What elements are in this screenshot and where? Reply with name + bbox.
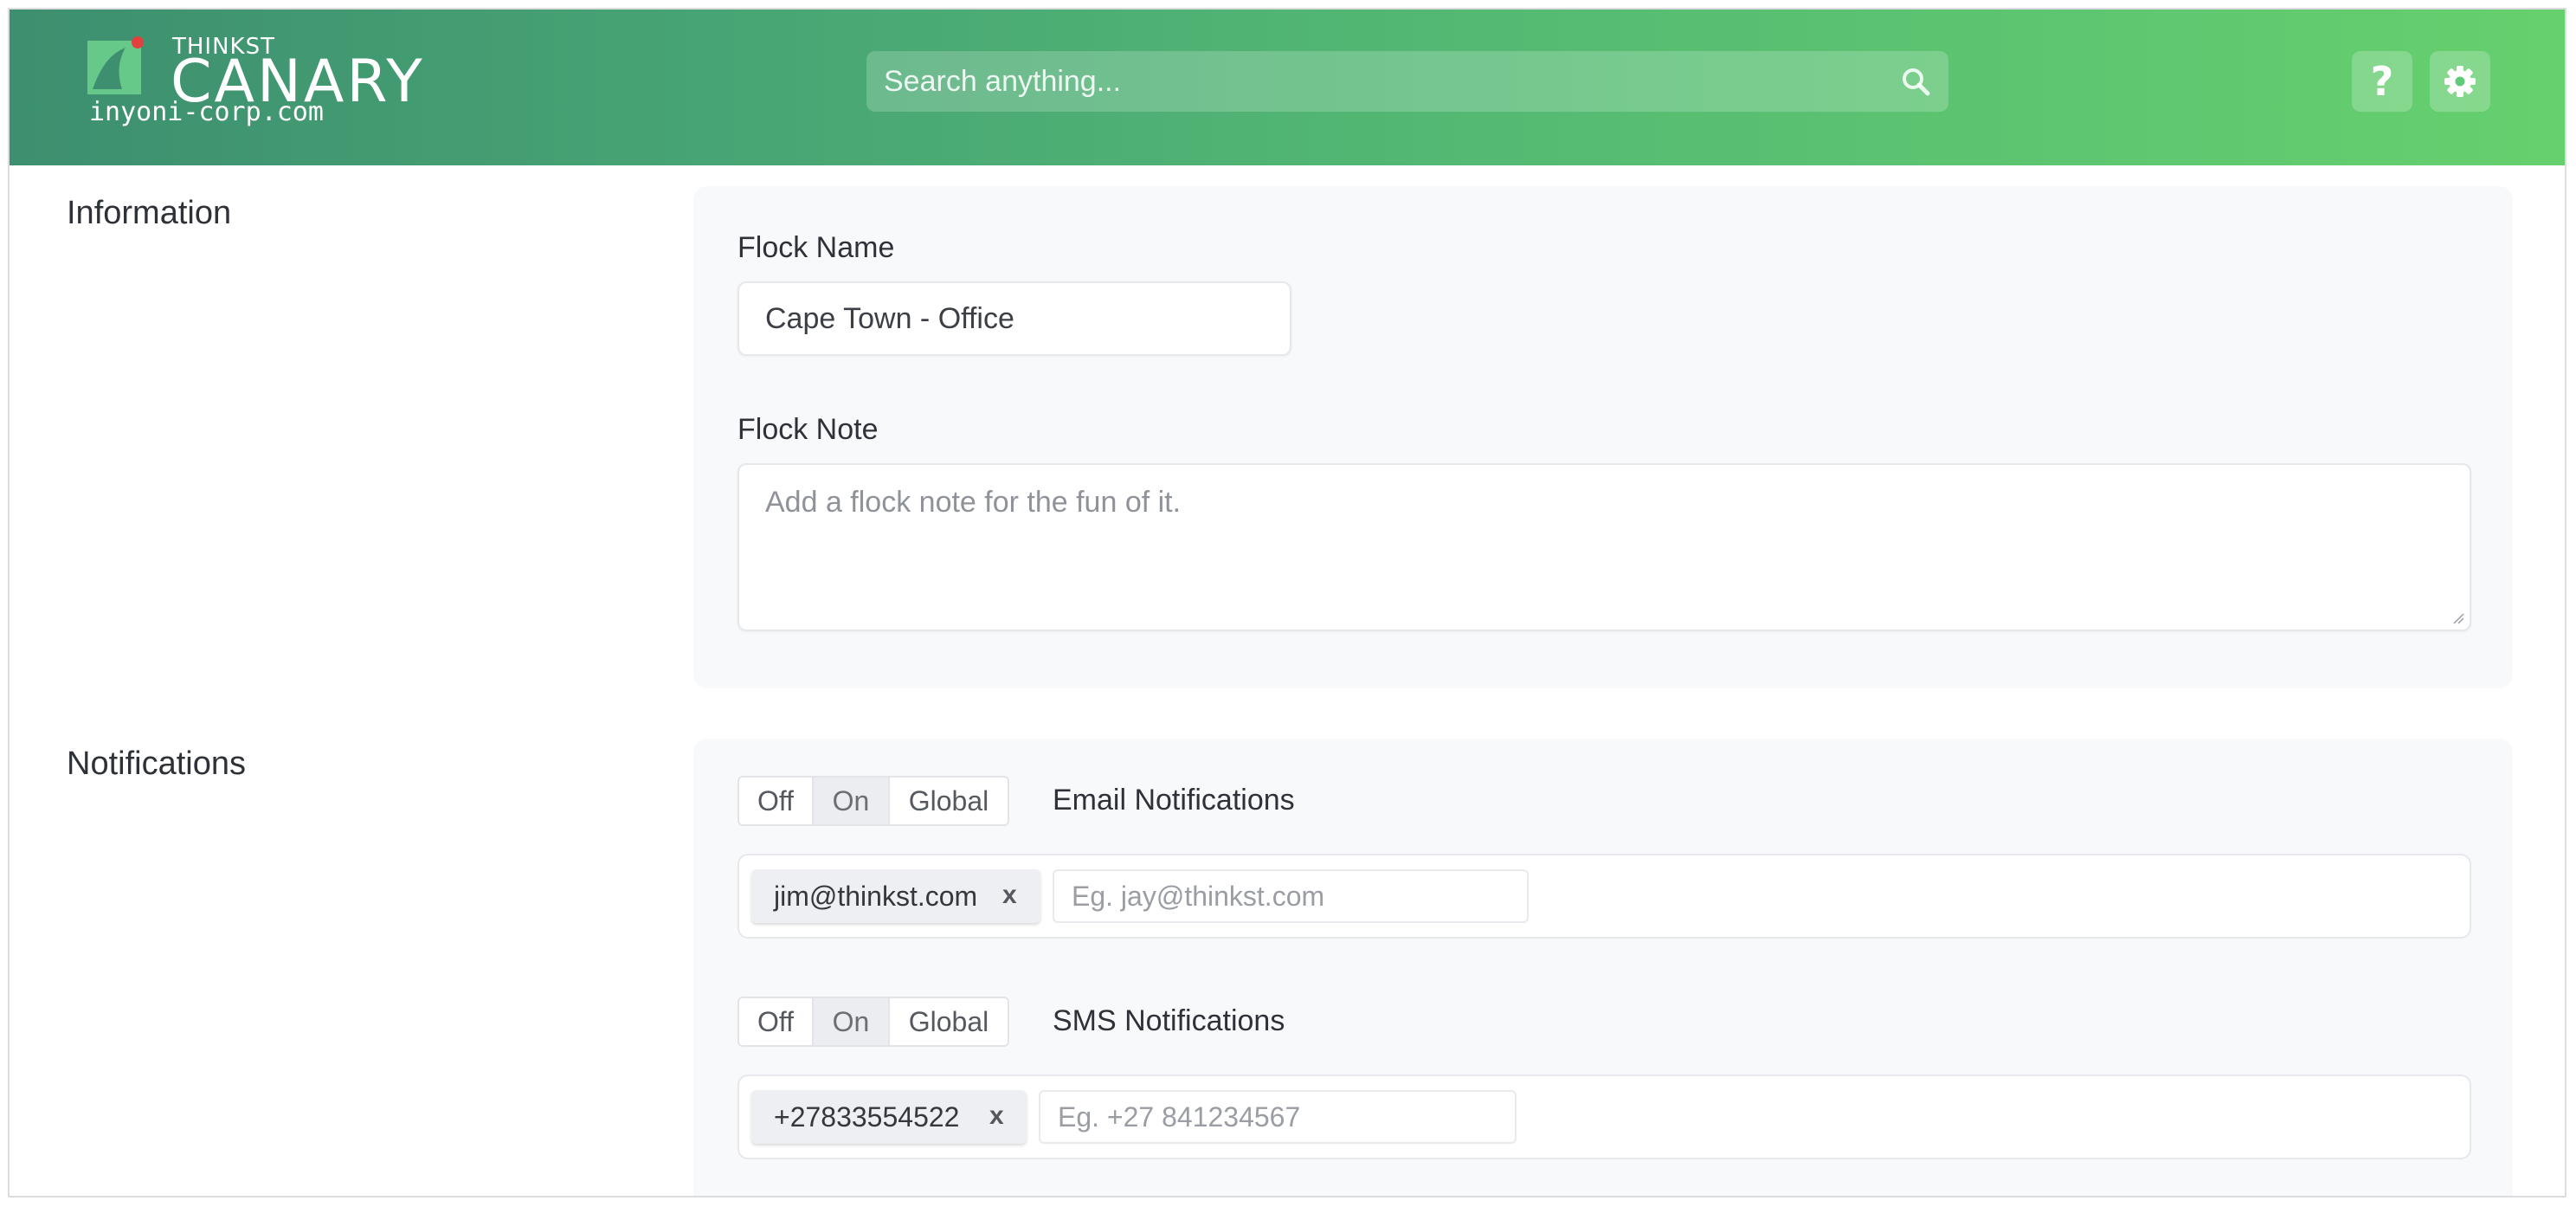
top-header: THINKST CANARY inyoni-corp.com ? [10, 10, 2565, 165]
remove-email-tag-icon[interactable]: x [1002, 869, 1017, 921]
email-recipients-box: jim@thinkst.com x Eg. jay@thinkst.com [737, 854, 2471, 939]
flock-name-value: Cape Town - Office [765, 302, 1014, 335]
flock-note-placeholder: Add a flock note for the fun of it. [765, 486, 1182, 519]
console-domain: inyoni-corp.com [89, 97, 324, 127]
notifications-section-title: Notifications [67, 746, 246, 782]
sms-option-global[interactable]: Global [890, 998, 1008, 1045]
email-notifications-toggle: Off On Global [737, 776, 1009, 826]
email-input-placeholder: Eg. jay@thinkst.com [1072, 881, 1325, 912]
email-option-global[interactable]: Global [890, 778, 1008, 824]
information-section-title: Information [67, 195, 232, 231]
email-input[interactable]: Eg. jay@thinkst.com [1053, 869, 1529, 923]
sms-recipients-box: +27833554522 x Eg. +27 841234567 [737, 1075, 2471, 1159]
question-icon: ? [2370, 58, 2394, 105]
flock-name-field[interactable]: Cape Town - Office [737, 281, 1291, 356]
sms-tag: +27833554522 x [751, 1090, 1027, 1144]
sms-option-off[interactable]: Off [739, 998, 814, 1045]
gear-icon [2444, 66, 2476, 97]
sms-notifications-toggle: Off On Global [737, 997, 1009, 1047]
email-notifications-label: Email Notifications [1053, 784, 1295, 816]
email-tag: jim@thinkst.com x [751, 869, 1040, 923]
remove-sms-tag-icon[interactable]: x [989, 1090, 1004, 1142]
sms-notifications-label: SMS Notifications [1053, 1004, 1285, 1037]
email-option-off[interactable]: Off [739, 778, 814, 824]
search-input[interactable] [866, 51, 1948, 112]
resize-handle-icon[interactable] [2452, 612, 2464, 624]
search-bar [866, 51, 1948, 112]
sms-input-placeholder: Eg. +27 841234567 [1058, 1101, 1301, 1133]
email-tag-text: jim@thinkst.com [774, 881, 978, 912]
app-window: THINKST CANARY inyoni-corp.com ? [8, 8, 2566, 1197]
help-button[interactable]: ? [2352, 51, 2412, 112]
settings-button[interactable] [2430, 51, 2490, 112]
search-icon[interactable] [1900, 66, 1931, 97]
canary-logo-icon [87, 36, 144, 94]
sms-option-on[interactable]: On [814, 998, 890, 1045]
sms-tag-text: +27833554522 [774, 1101, 960, 1133]
flock-note-textarea[interactable]: Add a flock note for the fun of it. [737, 463, 2471, 631]
sms-input[interactable]: Eg. +27 841234567 [1039, 1090, 1517, 1144]
flock-note-label: Flock Note [737, 413, 879, 446]
information-panel: Flock Name Cape Town - Office Flock Note… [693, 186, 2513, 688]
email-option-on[interactable]: On [814, 778, 890, 824]
flock-name-label: Flock Name [737, 231, 895, 264]
